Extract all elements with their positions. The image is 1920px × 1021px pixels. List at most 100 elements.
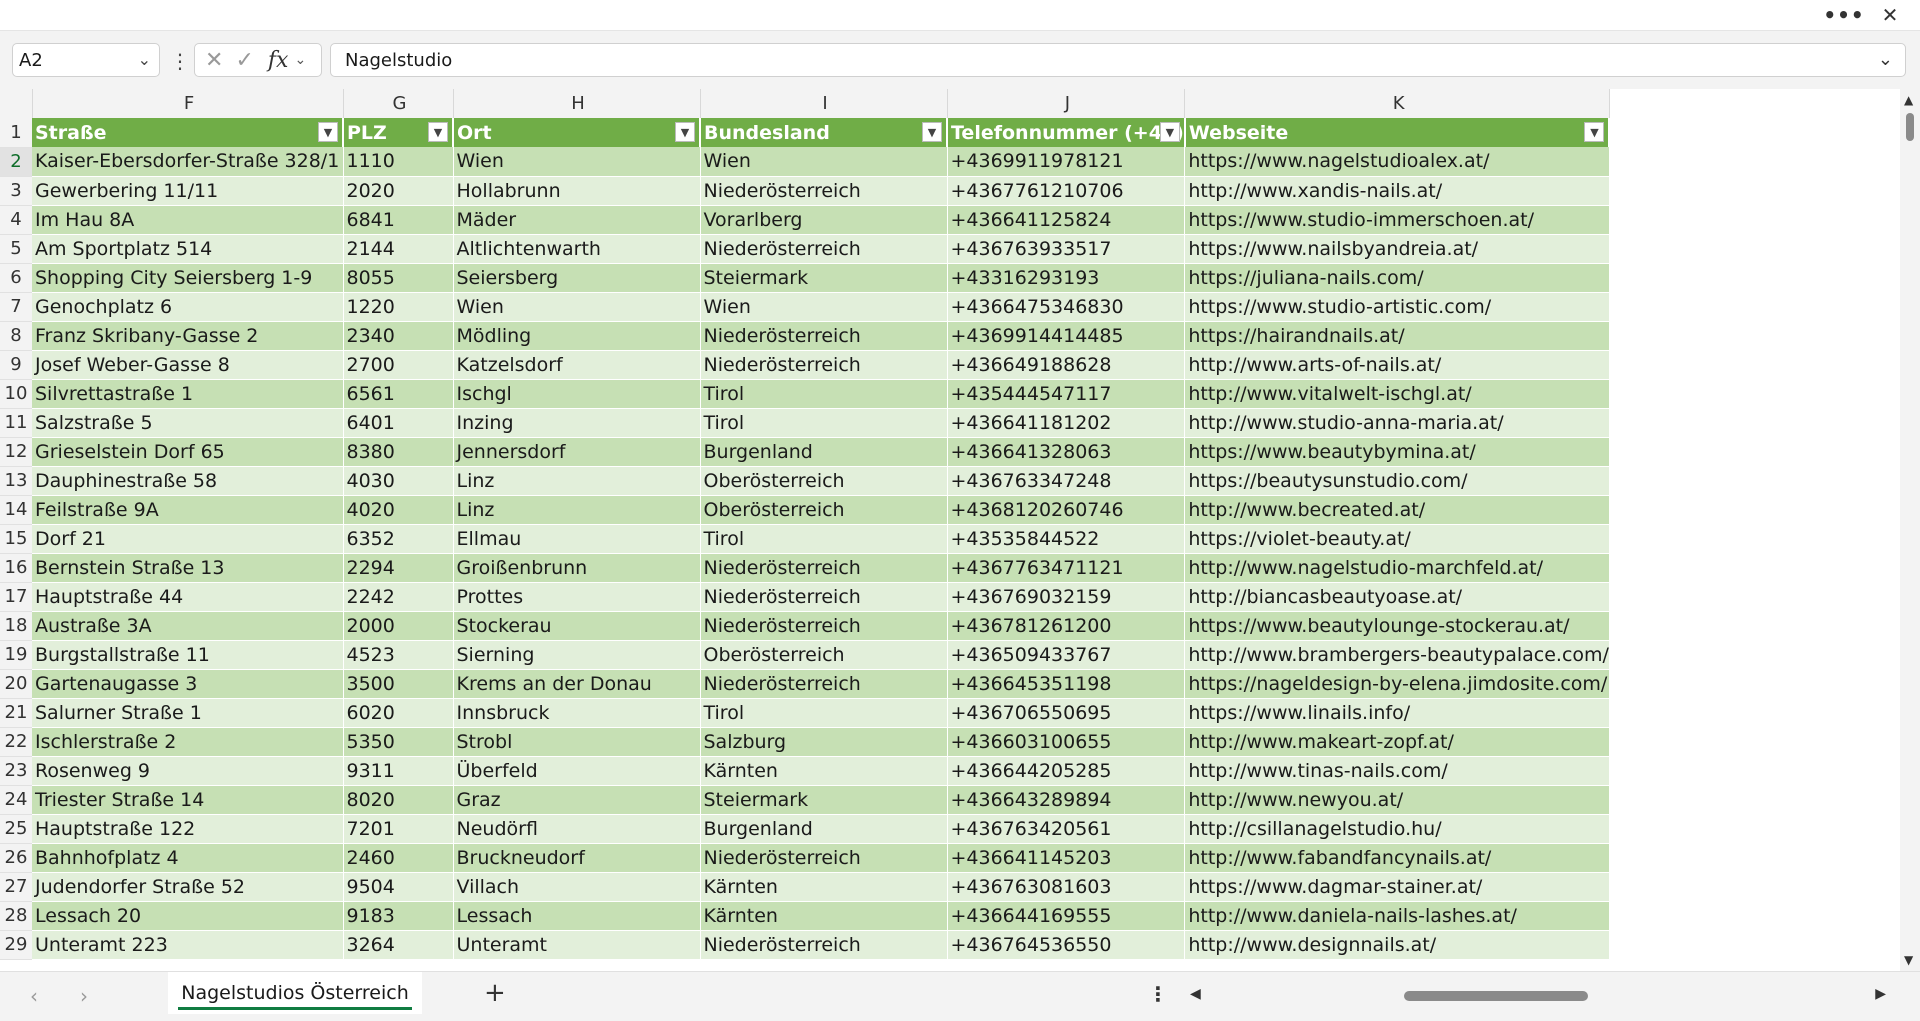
table-cell[interactable]: Tirol (700, 524, 948, 554)
table-cell[interactable]: +4367761210706 (947, 176, 1186, 206)
header-cell[interactable]: Bundesland ▼ (700, 118, 948, 147)
table-cell[interactable]: Vorarlberg (700, 205, 948, 235)
table-cell[interactable]: Niederösterreich (700, 176, 948, 206)
table-cell[interactable]: http://www.xandis-nails.at/ (1184, 176, 1610, 206)
table-cell[interactable]: 4523 (343, 640, 454, 670)
row-header[interactable]: 24 (0, 785, 32, 815)
table-cell[interactable]: +436644205285 (947, 756, 1186, 786)
row-header[interactable]: 17 (0, 582, 32, 612)
filter-dropdown-icon[interactable]: ▼ (675, 122, 695, 142)
table-cell[interactable]: Niederösterreich (700, 553, 948, 583)
table-cell[interactable]: https://www.studio-immerschoen.at/ (1184, 205, 1610, 235)
row-header[interactable]: 15 (0, 524, 32, 554)
table-cell[interactable]: Tirol (700, 408, 948, 438)
table-cell[interactable]: +436706550695 (947, 698, 1186, 728)
table-cell[interactable]: +4368120260746 (947, 495, 1186, 525)
table-cell[interactable]: Bruckneudorf (453, 843, 701, 873)
table-cell[interactable]: Gartenaugasse 3 (32, 669, 344, 699)
table-cell[interactable]: Steiermark (700, 263, 948, 293)
table-cell[interactable]: Am Sportplatz 514 (32, 234, 344, 264)
table-cell[interactable]: Niederösterreich (700, 321, 948, 351)
column-header[interactable]: F (32, 89, 344, 118)
table-cell[interactable]: Burgenland (700, 814, 948, 844)
table-cell[interactable]: 2340 (343, 321, 454, 351)
table-cell[interactable]: Jennersdorf (453, 437, 701, 467)
table-cell[interactable]: +436764536550 (947, 930, 1186, 960)
row-header[interactable]: 4 (0, 205, 32, 235)
table-cell[interactable]: Lessach (453, 901, 701, 931)
table-cell[interactable]: Graz (453, 785, 701, 815)
chevron-down-icon[interactable]: ⌄ (138, 50, 151, 69)
cancel-icon[interactable]: ✕ (205, 48, 223, 73)
table-cell[interactable]: 2000 (343, 611, 454, 641)
table-cell[interactable]: Stockerau (453, 611, 701, 641)
table-cell[interactable]: +436763420561 (947, 814, 1186, 844)
row-header[interactable]: 16 (0, 553, 32, 583)
table-cell[interactable]: Burgstallstraße 11 (32, 640, 344, 670)
table-cell[interactable]: Wien (700, 147, 948, 177)
table-cell[interactable]: 6841 (343, 205, 454, 235)
table-cell[interactable]: Ischgl (453, 379, 701, 409)
row-header[interactable]: 11 (0, 408, 32, 438)
table-cell[interactable]: Dorf 21 (32, 524, 344, 554)
table-cell[interactable]: +436641181202 (947, 408, 1186, 438)
table-cell[interactable]: +436641328063 (947, 437, 1186, 467)
table-cell[interactable]: Strobl (453, 727, 701, 757)
table-cell[interactable]: Wien (700, 292, 948, 322)
spreadsheet-grid[interactable]: FGHIJK 1 Straße ▼ PLZ ▼ Ort ▼ Bundesland ▼ Telef… (0, 89, 1900, 971)
table-cell[interactable]: Prottes (453, 582, 701, 612)
column-header[interactable]: G (343, 89, 454, 118)
table-cell[interactable]: Triester Straße 14 (32, 785, 344, 815)
table-cell[interactable]: 2242 (343, 582, 454, 612)
table-cell[interactable]: Wien (453, 292, 701, 322)
column-header[interactable]: H (453, 89, 701, 118)
table-cell[interactable]: http://www.nagelstudio-marchfeld.at/ (1184, 553, 1610, 583)
table-cell[interactable]: Mödling (453, 321, 701, 351)
table-cell[interactable]: https://hairandnails.at/ (1184, 321, 1610, 351)
table-cell[interactable]: Salzburg (700, 727, 948, 757)
horizontal-scrollbar[interactable]: ◀ ▶ (1186, 986, 1886, 1006)
table-cell[interactable]: Genochplatz 6 (32, 292, 344, 322)
filter-dropdown-icon[interactable]: ▼ (318, 122, 338, 142)
table-cell[interactable]: Hollabrunn (453, 176, 701, 206)
table-cell[interactable]: +436763347248 (947, 466, 1186, 496)
table-cell[interactable]: Linz (453, 495, 701, 525)
row-header[interactable]: 13 (0, 466, 32, 496)
table-cell[interactable]: Neudörfl (453, 814, 701, 844)
table-cell[interactable]: http://csillanagelstudio.hu/ (1184, 814, 1610, 844)
scroll-up-icon[interactable]: ▲ (1904, 93, 1913, 107)
row-header[interactable]: 14 (0, 495, 32, 525)
table-cell[interactable]: Rosenweg 9 (32, 756, 344, 786)
table-cell[interactable]: 2700 (343, 350, 454, 380)
table-cell[interactable]: 3500 (343, 669, 454, 699)
table-cell[interactable]: +4369914414485 (947, 321, 1186, 351)
table-cell[interactable]: +435444547117 (947, 379, 1186, 409)
table-cell[interactable]: 4030 (343, 466, 454, 496)
table-cell[interactable]: Silvrettastraße 1 (32, 379, 344, 409)
row-header[interactable]: 8 (0, 321, 32, 351)
table-cell[interactable]: Hauptstraße 122 (32, 814, 344, 844)
table-cell[interactable]: +436641145203 (947, 843, 1186, 873)
scroll-down-icon[interactable]: ▼ (1904, 953, 1913, 967)
table-cell[interactable]: Kärnten (700, 901, 948, 931)
table-cell[interactable]: Judendorfer Straße 52 (32, 872, 344, 902)
table-cell[interactable]: Shopping City Seiersberg 1-9 (32, 263, 344, 293)
row-header[interactable]: 22 (0, 727, 32, 757)
table-cell[interactable]: +436603100655 (947, 727, 1186, 757)
table-cell[interactable]: Kärnten (700, 756, 948, 786)
table-cell[interactable]: Niederösterreich (700, 234, 948, 264)
insert-function-button[interactable]: fx (268, 48, 289, 73)
table-cell[interactable]: 5350 (343, 727, 454, 757)
row-header[interactable]: 5 (0, 234, 32, 264)
row-header[interactable]: 12 (0, 437, 32, 467)
table-cell[interactable]: Seiersberg (453, 263, 701, 293)
row-header[interactable]: 29 (0, 930, 32, 960)
table-cell[interactable]: Katzelsdorf (453, 350, 701, 380)
table-cell[interactable]: +436649188628 (947, 350, 1186, 380)
filter-dropdown-icon[interactable]: ▼ (922, 122, 942, 142)
header-cell[interactable]: Webseite ▼ (1184, 118, 1611, 147)
vertical-scrollbar[interactable]: ▲ ▼ (1900, 89, 1920, 971)
table-cell[interactable]: https://www.dagmar-stainer.at/ (1184, 872, 1610, 902)
vertical-ellipsis-icon[interactable]: ⋮ (1148, 982, 1168, 1006)
more-options-icon[interactable]: ••• (1823, 2, 1864, 28)
